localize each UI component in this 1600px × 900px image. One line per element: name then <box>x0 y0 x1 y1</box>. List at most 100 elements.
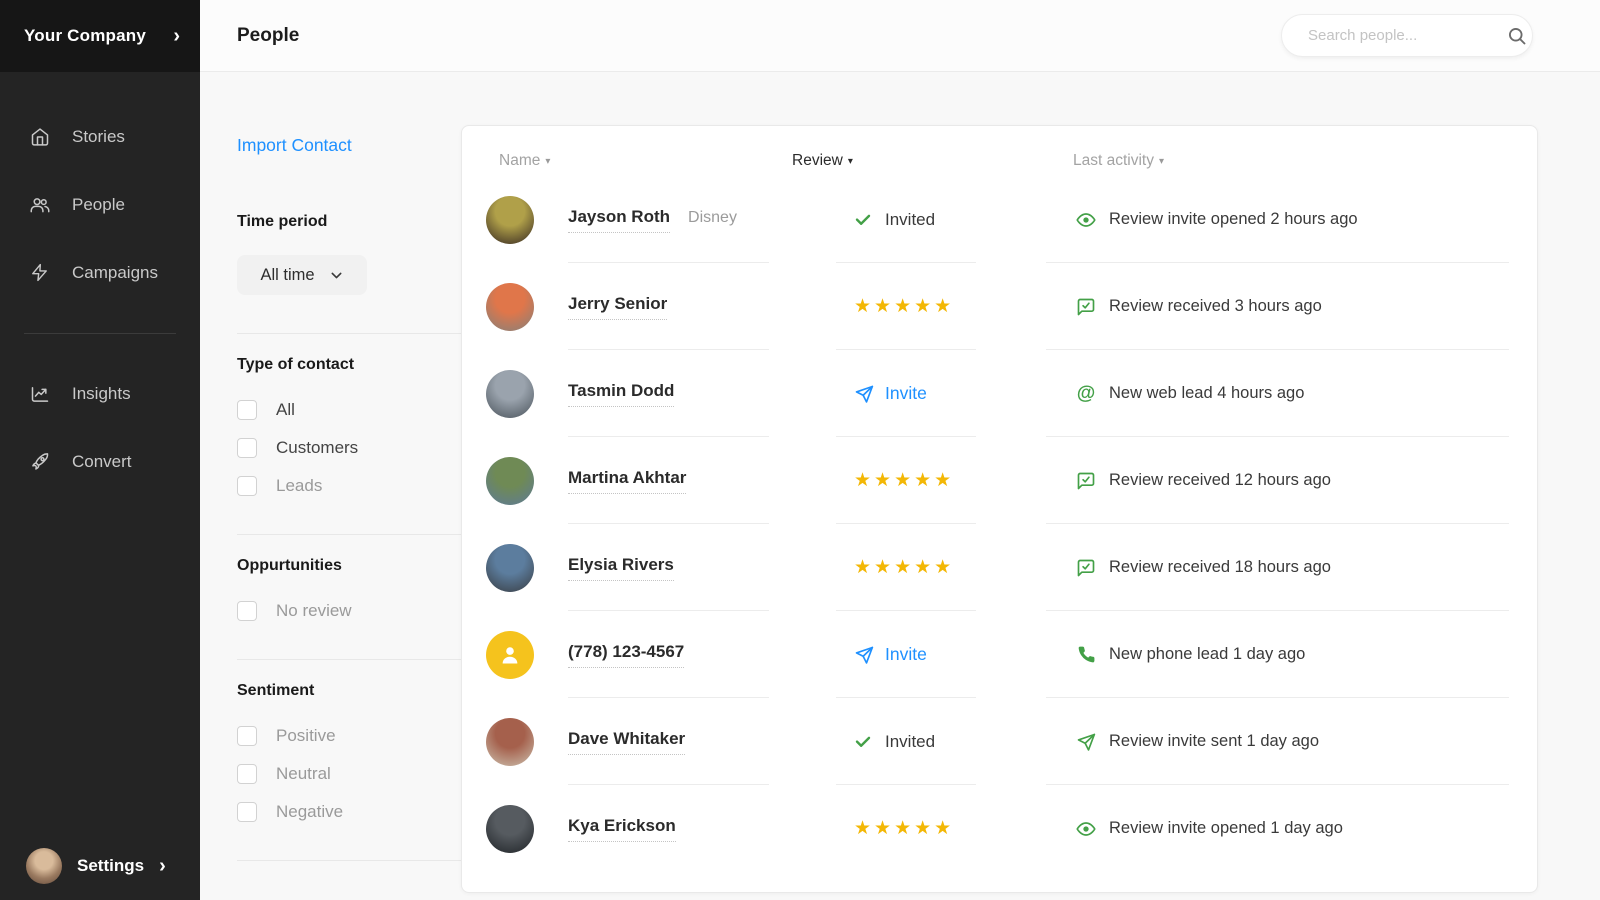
table-row[interactable]: Elysia Rivers ★★★★★ Review received 18 h… <box>462 524 1537 611</box>
company-switcher[interactable]: Your Company › <box>0 0 200 72</box>
review-received-icon <box>1076 297 1096 317</box>
time-period-value: All time <box>260 266 314 285</box>
import-contact-link[interactable]: Import Contact <box>237 135 352 156</box>
filter-option-label: Negative <box>276 802 343 822</box>
eye-icon <box>1076 210 1096 230</box>
people-table-card: Name ▾ Review ▾ Last activity ▾ Jayson R… <box>461 125 1538 893</box>
sidebar-item-settings[interactable]: Settings › <box>0 848 200 884</box>
person-name[interactable]: (778) 123-4567 <box>568 642 684 668</box>
lightning-icon <box>30 263 50 283</box>
search-icon[interactable] <box>1507 26 1527 46</box>
checkbox[interactable] <box>237 726 257 746</box>
check-icon <box>854 211 872 229</box>
row-divider <box>462 697 1537 698</box>
filter-option-customers[interactable]: Customers <box>237 438 461 458</box>
filter-option-neutral[interactable]: Neutral <box>237 764 461 784</box>
divider <box>237 534 461 535</box>
search-box[interactable] <box>1281 14 1533 57</box>
filter-option-label: No review <box>276 601 352 621</box>
row-divider <box>462 262 1537 263</box>
filter-section-heading: Type of contact <box>237 356 461 374</box>
checkbox[interactable] <box>237 438 257 458</box>
sidebar-item-people[interactable]: People <box>0 171 200 239</box>
divider <box>237 333 461 334</box>
column-header-last-activity[interactable]: Last activity ▾ <box>1073 152 1164 170</box>
activity-text: Review received 18 hours ago <box>1109 558 1331 577</box>
person-name[interactable]: Jerry Senior <box>568 294 667 320</box>
checkbox[interactable] <box>237 476 257 496</box>
invite-button[interactable]: Invite <box>854 644 927 665</box>
company-name: Your Company <box>24 26 146 46</box>
person-name[interactable]: Tasmin Dodd <box>568 381 674 407</box>
invite-button[interactable]: Invite <box>854 383 927 404</box>
filter-section: Oppurtunities No review <box>237 534 461 621</box>
chevron-right-icon: › <box>159 856 166 876</box>
sidebar-item-convert[interactable]: Convert <box>0 428 200 496</box>
sidebar-item-insights[interactable]: Insights <box>0 360 200 428</box>
star-rating: ★★★★★ <box>854 295 954 318</box>
filter-option-label: All <box>276 400 295 420</box>
filter-option-negative[interactable]: Negative <box>237 802 461 822</box>
filter-section-heading: Oppurtunities <box>237 557 461 575</box>
sidebar-item-label: Stories <box>72 127 125 147</box>
person-name[interactable]: Jayson Roth <box>568 207 670 233</box>
table-header: Name ▾ Review ▾ Last activity ▾ <box>462 126 1537 176</box>
filter-section: Sentiment Positive Neutral Negative <box>237 659 461 822</box>
activity-text: Review received 3 hours ago <box>1109 297 1322 316</box>
review-cell: Invited <box>836 732 1076 752</box>
person-name[interactable]: Dave Whitaker <box>568 729 685 755</box>
filter-option-positive[interactable]: Positive <box>237 726 461 746</box>
table-row[interactable]: Jerry Senior ★★★★★ Review received 3 hou… <box>462 263 1537 350</box>
review-cell: ★★★★★ <box>836 295 1076 318</box>
filter-option-label: Customers <box>276 438 358 458</box>
table-row[interactable]: Kya Erickson ★★★★★ Review invite opened … <box>462 785 1537 872</box>
person-name[interactable]: Martina Akhtar <box>568 468 686 494</box>
column-header-name[interactable]: Name ▾ <box>499 152 550 170</box>
checkbox[interactable] <box>237 400 257 420</box>
table-row[interactable]: Jayson Roth Disney Invited Review invite… <box>462 176 1537 263</box>
sidebar-item-label: Convert <box>72 452 132 472</box>
review-received-icon <box>1076 558 1096 578</box>
review-received-icon <box>1076 471 1096 491</box>
star-rating: ★★★★★ <box>854 556 954 579</box>
row-divider <box>462 784 1537 785</box>
person-icon-avatar <box>486 631 534 679</box>
sidebar-item-campaigns[interactable]: Campaigns <box>0 239 200 307</box>
table-row[interactable]: (778) 123-4567 Invite New phone lead 1 d… <box>462 611 1537 698</box>
person-name[interactable]: Kya Erickson <box>568 816 676 842</box>
eye-icon <box>1076 819 1096 839</box>
sidebar-item-stories[interactable]: Stories <box>0 103 200 171</box>
review-cell: ★★★★★ <box>836 556 1076 579</box>
table-row[interactable]: Tasmin Dodd Invite @ New web lead 4 hour… <box>462 350 1537 437</box>
avatar <box>486 457 534 505</box>
checkbox[interactable] <box>237 764 257 784</box>
star-rating: ★★★★★ <box>854 817 954 840</box>
avatar <box>486 283 534 331</box>
row-divider <box>462 349 1537 350</box>
people-icon <box>30 195 50 215</box>
review-cell: ★★★★★ <box>836 469 1076 492</box>
checkbox[interactable] <box>237 802 257 822</box>
filter-section: Type of contact All Customers Leads <box>237 333 461 496</box>
send-icon <box>854 645 874 665</box>
table-row[interactable]: Martina Akhtar ★★★★★ Review received 12 … <box>462 437 1537 524</box>
checkbox[interactable] <box>237 601 257 621</box>
person-name[interactable]: Elysia Rivers <box>568 555 674 581</box>
time-period-select[interactable]: All time <box>237 255 367 295</box>
sidebar-item-label: Insights <box>72 384 131 404</box>
at-icon: @ <box>1076 384 1096 404</box>
filter-section-heading: Sentiment <box>237 682 461 700</box>
filter-option-all[interactable]: All <box>237 400 461 420</box>
filter-panel: Import Contact Time period All time Type… <box>237 73 461 861</box>
sort-caret-icon: ▾ <box>1159 156 1164 167</box>
invited-status: Invited <box>885 210 935 230</box>
chevron-down-icon <box>329 268 344 283</box>
filter-option-no-review[interactable]: No review <box>237 601 461 621</box>
activity-text: Review invite opened 1 day ago <box>1109 819 1343 838</box>
search-input[interactable] <box>1308 27 1507 44</box>
filter-option-label: Neutral <box>276 764 331 784</box>
filter-option-leads[interactable]: Leads <box>237 476 461 496</box>
column-header-review[interactable]: Review ▾ <box>792 152 853 170</box>
review-cell: Invite <box>836 383 1076 404</box>
table-row[interactable]: Dave Whitaker Invited Review invite sent… <box>462 698 1537 785</box>
